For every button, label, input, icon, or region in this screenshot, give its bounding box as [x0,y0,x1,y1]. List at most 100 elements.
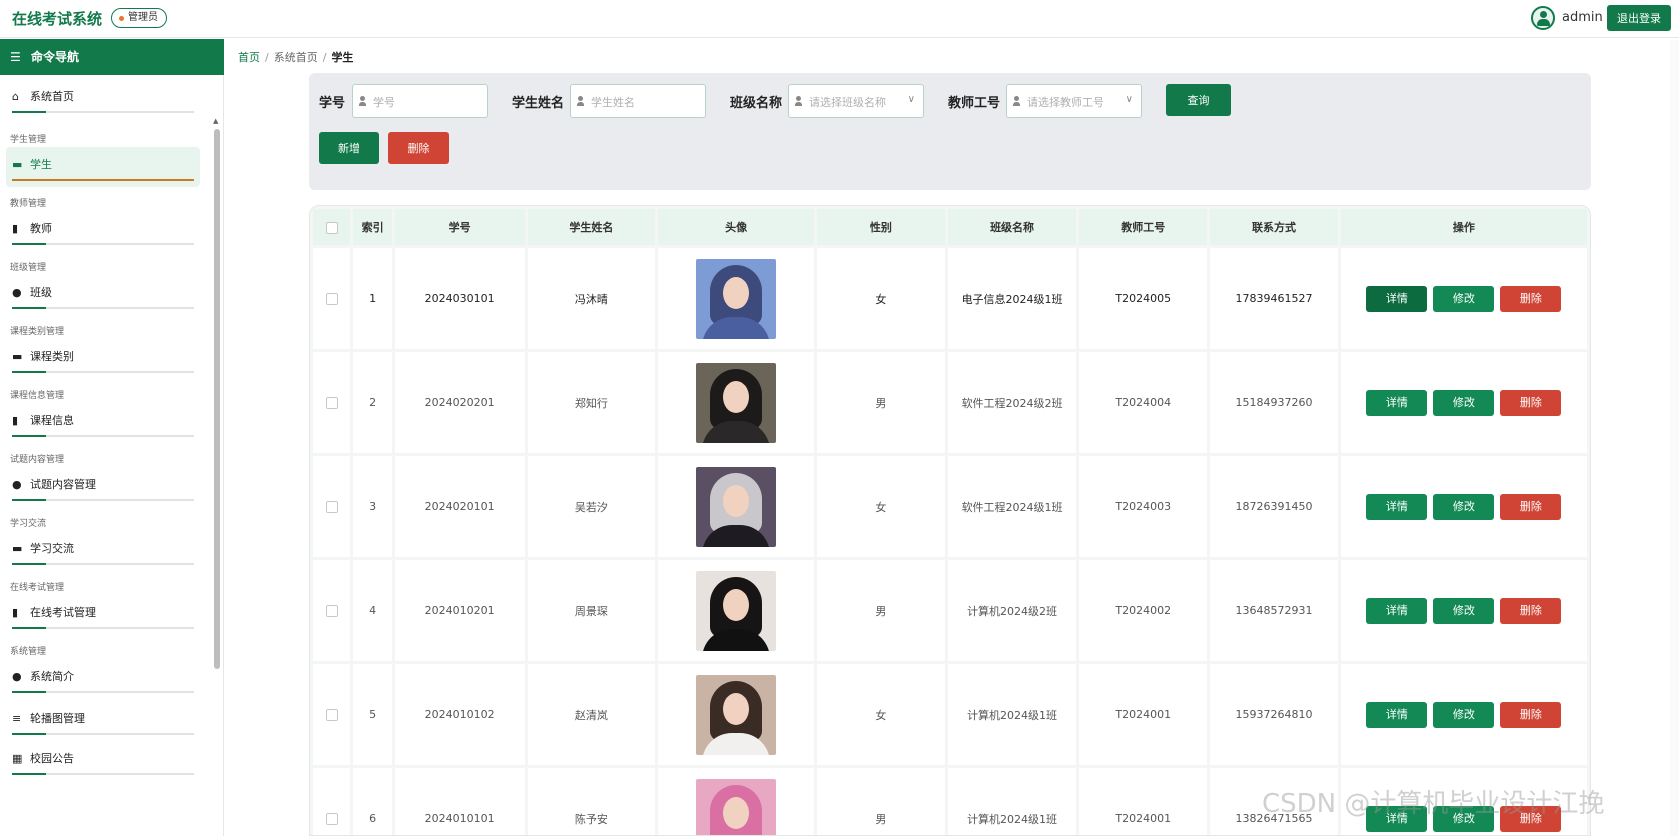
column-header: 班级名称 [947,209,1077,245]
sidebar-item-label: 班级 [30,286,52,299]
sidebar-item-announcement[interactable]: ▦ 校园公告 [6,741,200,781]
sidebar-item-home[interactable]: ⌂ 系统首页 [6,79,200,119]
row-checkbox[interactable] [325,397,338,409]
delete-button[interactable]: 删除 [1500,389,1562,416]
table-row: 4 2024010201 周景琛 男 计算机2024级2班 T2024002 1… [313,560,1587,661]
chevron-down-icon[interactable]: ∨ [1126,94,1133,105]
student-name-label: 学生姓名 [512,96,565,111]
select-all-cell[interactable] [313,209,351,245]
sidebar-item-system-intro[interactable]: ● 系统简介 [6,659,200,699]
student-avatar[interactable] [696,258,777,339]
student-avatar[interactable] [696,570,777,651]
nav-group-title: 学习交流 [10,519,47,529]
bar-chart-icon: ▮ [12,222,19,235]
student-id-input[interactable] [352,84,488,118]
nav-group-title: 系统管理 [10,647,47,657]
edit-button[interactable]: 修改 [1433,493,1495,520]
chevron-down-icon[interactable]: ∨ [908,94,915,105]
row-checkbox[interactable] [325,293,338,305]
nav-list: ⌂ 系统首页 学生管理 ▬ 学生 教师管理 ▮ 教师 班级管理 ● 班级 课程类… [0,79,210,781]
teacher-id-field[interactable] [1027,92,1137,112]
detail-button[interactable]: 详情 [1366,285,1428,312]
edit-button[interactable]: 修改 [1433,597,1495,624]
sidebar-item-course-category[interactable]: ▬ 课程类别 [6,339,200,379]
student-name-field[interactable] [591,92,701,112]
cell-gender: 女 [817,664,945,765]
edit-button[interactable]: 修改 [1433,285,1495,312]
class-name-label: 班级名称 [730,96,783,111]
table-header-row: 索引 学号 学生姓名 头像 性别 班级名称 教师工号 联系方式 操作 [313,209,1587,245]
delete-button[interactable]: 删除 [1500,701,1562,728]
column-header: 学号 [394,209,525,245]
sidebar-item-course-info[interactable]: ▮ 课程信息 [6,403,200,443]
teacher-id-select[interactable]: ∨ [1006,84,1142,118]
breadcrumb-level2[interactable]: 系统首页 [274,51,318,64]
sidebar-item-students[interactable]: ▬ 学生 [6,147,200,187]
row-checkbox[interactable] [325,813,338,825]
row-checkbox[interactable] [325,709,338,721]
scrollbar-thumb[interactable] [214,129,220,669]
user-name[interactable]: admin [1562,10,1603,25]
class-name-field[interactable] [809,92,919,112]
edit-button[interactable]: 修改 [1433,701,1495,728]
cell-index: 2 [353,352,392,453]
student-avatar[interactable] [696,674,777,755]
cell-student-id: 2024010201 [394,560,525,661]
cell-gender: 男 [817,352,945,453]
logout-button[interactable]: 退出登录 [1607,5,1671,31]
query-button[interactable]: 查询 [1166,84,1231,116]
cell-class: 电子信息2024级1班 [947,248,1077,349]
delete-button[interactable]: 删除 [1500,493,1562,520]
detail-button[interactable]: 详情 [1366,701,1428,728]
cell-teacher-id: T2024005 [1079,248,1208,349]
cell-phone: 15937264810 [1210,664,1338,765]
row-checkbox[interactable] [325,501,338,513]
breadcrumb-home[interactable]: 首页 [238,51,260,64]
user-avatar-icon[interactable] [1531,6,1555,30]
search-panel: 学号 学生姓名 班级名称 ∨ 教师工号 ∨ 查询 新增 删除 [309,73,1591,190]
sidebar-item-classes[interactable]: ● 班级 [6,275,200,315]
batch-delete-button[interactable]: 删除 [388,132,449,164]
cell-student-name: 周景琛 [527,560,656,661]
cell-gender: 男 [817,560,945,661]
column-header: 头像 [658,209,814,245]
column-header: 学生姓名 [527,209,656,245]
scroll-up-icon[interactable]: ▲ [213,117,218,125]
student-id-field[interactable] [373,92,483,112]
detail-button[interactable]: 详情 [1366,389,1428,416]
select-all-checkbox[interactable] [325,221,338,234]
student-avatar[interactable] [696,362,777,443]
cell-gender: 女 [817,456,945,557]
cell-student-id: 2024010101 [394,768,525,835]
sidebar-item-learning-exchange[interactable]: ▬ 学习交流 [6,531,200,571]
page-scrollbar[interactable] [1670,40,1679,836]
table-row: 5 2024010102 赵清岚 女 计算机2024级1班 T2024001 1… [313,664,1587,765]
sidebar-item-question-content[interactable]: ● 试题内容管理 [6,467,200,507]
sidebar-item-carousel[interactable]: ≡ 轮播图管理 [6,701,200,741]
sidebar-item-online-exam[interactable]: ▮ 在线考试管理 [6,595,200,635]
student-id-label: 学号 [319,96,346,111]
class-name-select[interactable]: ∨ [788,84,924,118]
breadcrumb: 首页 / 系统首页 / 学生 [238,51,354,64]
app-title: 在线考试系统 [12,10,103,28]
delete-button[interactable]: 删除 [1500,285,1562,312]
detail-button[interactable]: 详情 [1366,597,1428,624]
role-badge-label: 管理员 [128,12,158,23]
location-pin-icon: ● [12,286,22,299]
delete-button[interactable]: 删除 [1500,597,1562,624]
edit-button[interactable]: 修改 [1433,389,1495,416]
student-avatar[interactable] [696,778,777,835]
student-avatar[interactable] [696,466,777,547]
sidebar-item-label: 课程信息 [30,414,74,427]
cell-index: 6 [353,768,392,835]
add-button[interactable]: 新增 [319,132,379,164]
cell-gender: 男 [817,768,945,835]
person-icon [795,96,802,106]
sidebar-item-teachers[interactable]: ▮ 教师 [6,211,200,251]
cell-index: 3 [353,456,392,557]
student-name-input[interactable] [570,84,706,118]
table-row: 2 2024020201 郑知行 男 软件工程2024级2班 T2024004 … [313,352,1587,453]
row-checkbox[interactable] [325,605,338,617]
sidebar-scrollbar[interactable]: ▲ [213,79,221,836]
detail-button[interactable]: 详情 [1366,493,1428,520]
